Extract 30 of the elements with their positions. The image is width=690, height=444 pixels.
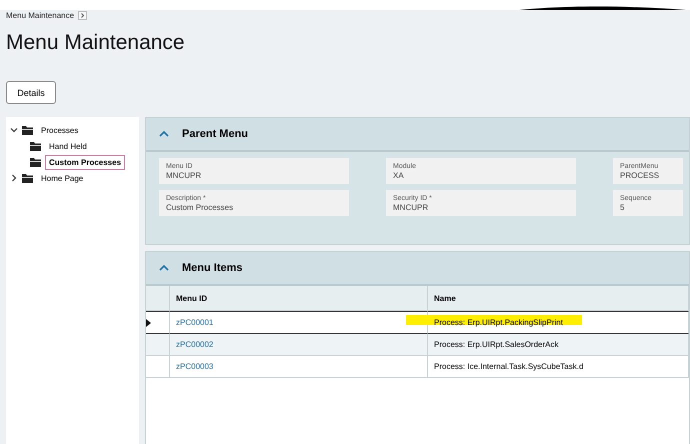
menu-id-link[interactable]: zPC00002 (176, 340, 214, 349)
panel-title: Menu Items (182, 262, 243, 274)
chevron-right-icon[interactable] (10, 174, 18, 182)
collapse-icon[interactable] (158, 130, 170, 138)
tree-item[interactable]: Home Page (37, 170, 88, 186)
table-row[interactable]: zPC00003 Process: Ice.Internal.Task.SysCubeTask.d (146, 356, 689, 378)
chevron-down-icon[interactable] (10, 126, 18, 134)
table-cell: Process: Erp.UIRpt.PackingSlipPrint (434, 318, 563, 327)
panel-title: Parent Menu (182, 128, 248, 140)
folder-icon (30, 142, 41, 150)
row-pointer-icon (146, 318, 151, 326)
column-header[interactable]: Menu ID (170, 286, 428, 311)
collapse-icon[interactable] (158, 264, 170, 272)
folder-icon (22, 174, 33, 182)
details-button[interactable]: Details (6, 81, 56, 104)
table-row[interactable]: zPC00002 Process: Erp.UIRpt.SalesOrderAck (146, 334, 689, 356)
folder-icon (22, 126, 33, 134)
table-cell: Process: Erp.UIRpt.SalesOrderAck (434, 340, 558, 349)
column-header[interactable]: Name (428, 286, 689, 311)
breadcrumb[interactable]: Menu Maintenance (6, 11, 74, 20)
table-row[interactable]: zPC00001 Process: Erp.UIRpt.PackingSlipPrint (146, 311, 689, 334)
tree-item[interactable]: Custom Processes (45, 154, 126, 170)
menu-id-link[interactable]: zPC00001 (176, 318, 214, 327)
folder-icon (30, 158, 41, 166)
table-cell: Process: Ice.Internal.Task.SysCubeTask.d (434, 362, 584, 371)
tree-item[interactable]: Processes (37, 122, 82, 138)
page-title: Menu Maintenance (6, 31, 186, 55)
menu-id-link[interactable]: zPC00003 (176, 362, 214, 371)
breadcrumb-arrow-icon[interactable] (78, 11, 88, 20)
tree-item[interactable]: Hand Held (45, 138, 91, 154)
